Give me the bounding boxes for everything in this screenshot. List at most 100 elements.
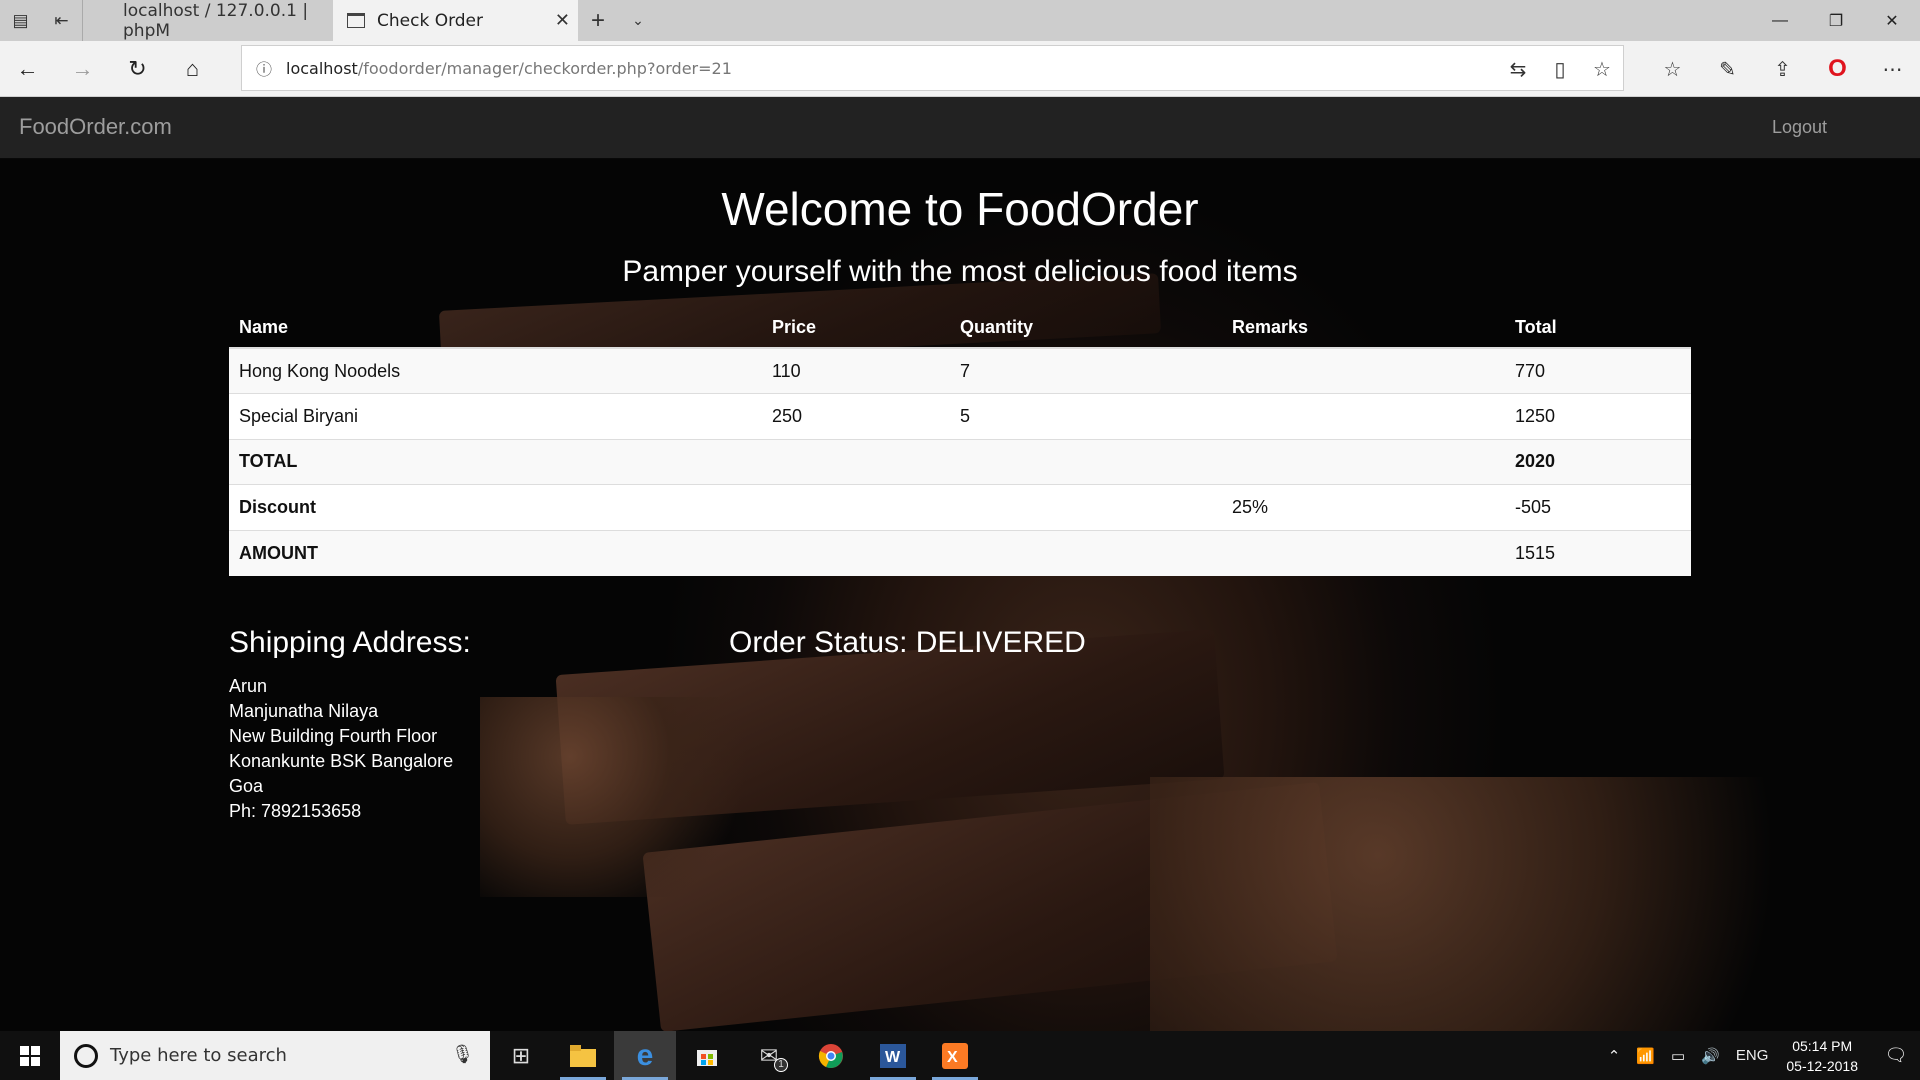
notifications-icon[interactable]: 🗨 bbox=[1872, 1045, 1920, 1066]
column-header: Remarks bbox=[1222, 308, 1505, 349]
share-icon[interactable]: ⇪ bbox=[1755, 41, 1810, 97]
item-total: 770 bbox=[1505, 347, 1691, 394]
info-icon[interactable]: ⓘ bbox=[242, 56, 286, 80]
back-icon[interactable]: ← bbox=[0, 41, 55, 97]
item-remarks bbox=[1222, 393, 1505, 439]
restore-icon[interactable]: ❐ bbox=[1808, 0, 1864, 41]
browser-tab-bar: ▤ ⇤ localhost / 127.0.0.1 | phpM Check O… bbox=[0, 0, 1920, 41]
reading-view-icon[interactable]: ▯ bbox=[1539, 46, 1581, 92]
item-price: 110 bbox=[762, 347, 950, 394]
network-icon[interactable]: 📶 bbox=[1636, 1047, 1655, 1065]
window-controls: — ❐ ✕ bbox=[1752, 0, 1920, 41]
url-input[interactable]: ⓘ localhost/foodorder/manager/checkorder… bbox=[241, 45, 1624, 91]
address-line: Goa bbox=[229, 776, 264, 796]
tab-check-order[interactable]: Check Order ✕ bbox=[333, 0, 578, 41]
minimize-icon[interactable]: — bbox=[1752, 0, 1808, 41]
logout-link[interactable]: Logout bbox=[1772, 117, 1827, 138]
address-line: Konankunte BSK Bangalore bbox=[229, 751, 454, 771]
item-quantity: 5 bbox=[950, 393, 1222, 439]
microphone-icon[interactable]: 🎙 bbox=[451, 1044, 474, 1065]
mail-badge: 1 bbox=[774, 1058, 788, 1072]
column-header: Price bbox=[762, 308, 950, 349]
system-tray: ⌃ 📶 ▭ 🔊 ENG 05:14 PM 05-12-2018 🗨 bbox=[1600, 1031, 1920, 1080]
discount-value: -505 bbox=[1505, 484, 1691, 530]
close-tab-icon[interactable]: ✕ bbox=[555, 10, 570, 31]
address-line: Arun bbox=[229, 676, 268, 696]
set-tabs-aside-icon[interactable]: ⇤ bbox=[41, 0, 82, 41]
taskbar-search-input[interactable]: Type here to search 🎙 bbox=[60, 1031, 490, 1080]
file-explorer-icon[interactable] bbox=[552, 1031, 614, 1080]
item-quantity: 7 bbox=[950, 347, 1222, 394]
svg-text:X: X bbox=[947, 1049, 958, 1066]
refresh-icon[interactable]: ↻ bbox=[110, 41, 165, 97]
store-icon[interactable] bbox=[676, 1031, 738, 1080]
windows-taskbar: Type here to search 🎙 ⊞ e ✉ 1 W X ⌃ 📶 ▭ 🔊… bbox=[0, 1031, 1920, 1080]
item-name: Hong Kong Noodels bbox=[229, 347, 762, 394]
discount-row: Discount 25% -505 bbox=[229, 484, 1691, 530]
discount-label: Discount bbox=[229, 484, 762, 530]
address-line: Ph: 7892153658 bbox=[229, 801, 362, 821]
item-name: Special Biryani bbox=[229, 393, 762, 439]
clock[interactable]: 05:14 PM 05-12-2018 bbox=[1786, 1036, 1858, 1076]
svg-text:W: W bbox=[885, 1049, 901, 1066]
amount-value: 1515 bbox=[1505, 529, 1691, 576]
page-icon bbox=[347, 13, 365, 28]
favorites-icon[interactable]: ☆ bbox=[1645, 41, 1700, 97]
home-icon[interactable]: ⌂ bbox=[165, 41, 220, 97]
opera-icon[interactable]: O bbox=[1810, 41, 1865, 97]
background-crumbs bbox=[480, 697, 780, 897]
column-header: Total bbox=[1505, 308, 1691, 349]
total-label: TOTAL bbox=[229, 438, 762, 485]
chevron-up-icon[interactable]: ⌃ bbox=[1608, 1047, 1621, 1065]
xampp-icon[interactable]: X bbox=[924, 1031, 986, 1080]
more-icon[interactable]: ⋯ bbox=[1865, 41, 1920, 97]
windows-start-icon[interactable] bbox=[0, 1031, 60, 1080]
forward-icon[interactable]: → bbox=[55, 41, 110, 97]
column-header: Quantity bbox=[950, 308, 1222, 349]
mail-icon[interactable]: ✉ 1 bbox=[738, 1031, 800, 1080]
chevron-down-icon[interactable]: ⌄ bbox=[618, 12, 658, 29]
address-toolbar: ← → ↻ ⌂ ⓘ localhost/foodorder/manager/ch… bbox=[0, 41, 1920, 97]
item-price: 250 bbox=[762, 393, 950, 439]
order-status: Order Status: DELIVERED bbox=[729, 626, 1086, 659]
word-icon[interactable]: W bbox=[862, 1031, 924, 1080]
chrome-icon[interactable] bbox=[800, 1031, 862, 1080]
order-table: Name Price Quantity Remarks Total Hong K… bbox=[229, 308, 1691, 576]
page-content: FoodOrder.com Logout Welcome to FoodOrde… bbox=[0, 97, 1920, 1031]
close-window-icon[interactable]: ✕ bbox=[1864, 0, 1920, 41]
url-text: localhost/foodorder/manager/checkorder.p… bbox=[286, 58, 732, 78]
amount-label: AMOUNT bbox=[229, 529, 762, 576]
translate-icon[interactable]: ⇆ bbox=[1497, 46, 1539, 92]
table-row: Hong Kong Noodels 110 7 770 bbox=[229, 347, 1691, 394]
edge-browser-icon[interactable]: e bbox=[614, 1031, 676, 1080]
background-crumbs bbox=[1150, 777, 1910, 1031]
favorite-star-icon[interactable]: ☆ bbox=[1581, 46, 1623, 92]
brand-link[interactable]: FoodOrder.com bbox=[19, 114, 172, 140]
tagline: Pamper yourself with the most delicious … bbox=[622, 255, 1298, 288]
address-line: New Building Fourth Floor bbox=[229, 726, 438, 746]
tabs-aside-icon[interactable]: ▤ bbox=[0, 0, 41, 41]
column-header: Name bbox=[229, 308, 762, 349]
tab-phpmyadmin[interactable]: localhost / 127.0.0.1 | phpM bbox=[83, 0, 333, 41]
tab-title: Check Order bbox=[377, 10, 484, 31]
new-tab-button[interactable]: + bbox=[578, 7, 618, 35]
cortana-icon bbox=[74, 1043, 98, 1068]
battery-icon[interactable]: ▭ bbox=[1671, 1047, 1685, 1065]
total-value: 2020 bbox=[1505, 438, 1691, 485]
pen-icon[interactable]: ✎ bbox=[1700, 41, 1755, 97]
discount-percent: 25% bbox=[1222, 484, 1505, 530]
total-row: TOTAL 2020 bbox=[229, 438, 1691, 485]
shipping-heading: Shipping Address: bbox=[229, 626, 471, 659]
shipping-address: Arun Manjunatha Nilaya New Building Four… bbox=[229, 674, 453, 824]
item-total: 1250 bbox=[1505, 393, 1691, 439]
volume-icon[interactable]: 🔊 bbox=[1701, 1047, 1720, 1065]
site-navbar: FoodOrder.com Logout bbox=[0, 97, 1920, 159]
address-line: Manjunatha Nilaya bbox=[229, 701, 379, 721]
task-view-icon[interactable]: ⊞ bbox=[490, 1031, 552, 1080]
page-title: Welcome to FoodOrder bbox=[721, 183, 1199, 235]
item-remarks bbox=[1222, 347, 1505, 394]
table-header-row: Name Price Quantity Remarks Total bbox=[229, 308, 1691, 349]
language-indicator[interactable]: ENG bbox=[1736, 1047, 1769, 1064]
tab-title: localhost / 127.0.0.1 | phpM bbox=[123, 0, 309, 41]
amount-row: AMOUNT 1515 bbox=[229, 529, 1691, 576]
